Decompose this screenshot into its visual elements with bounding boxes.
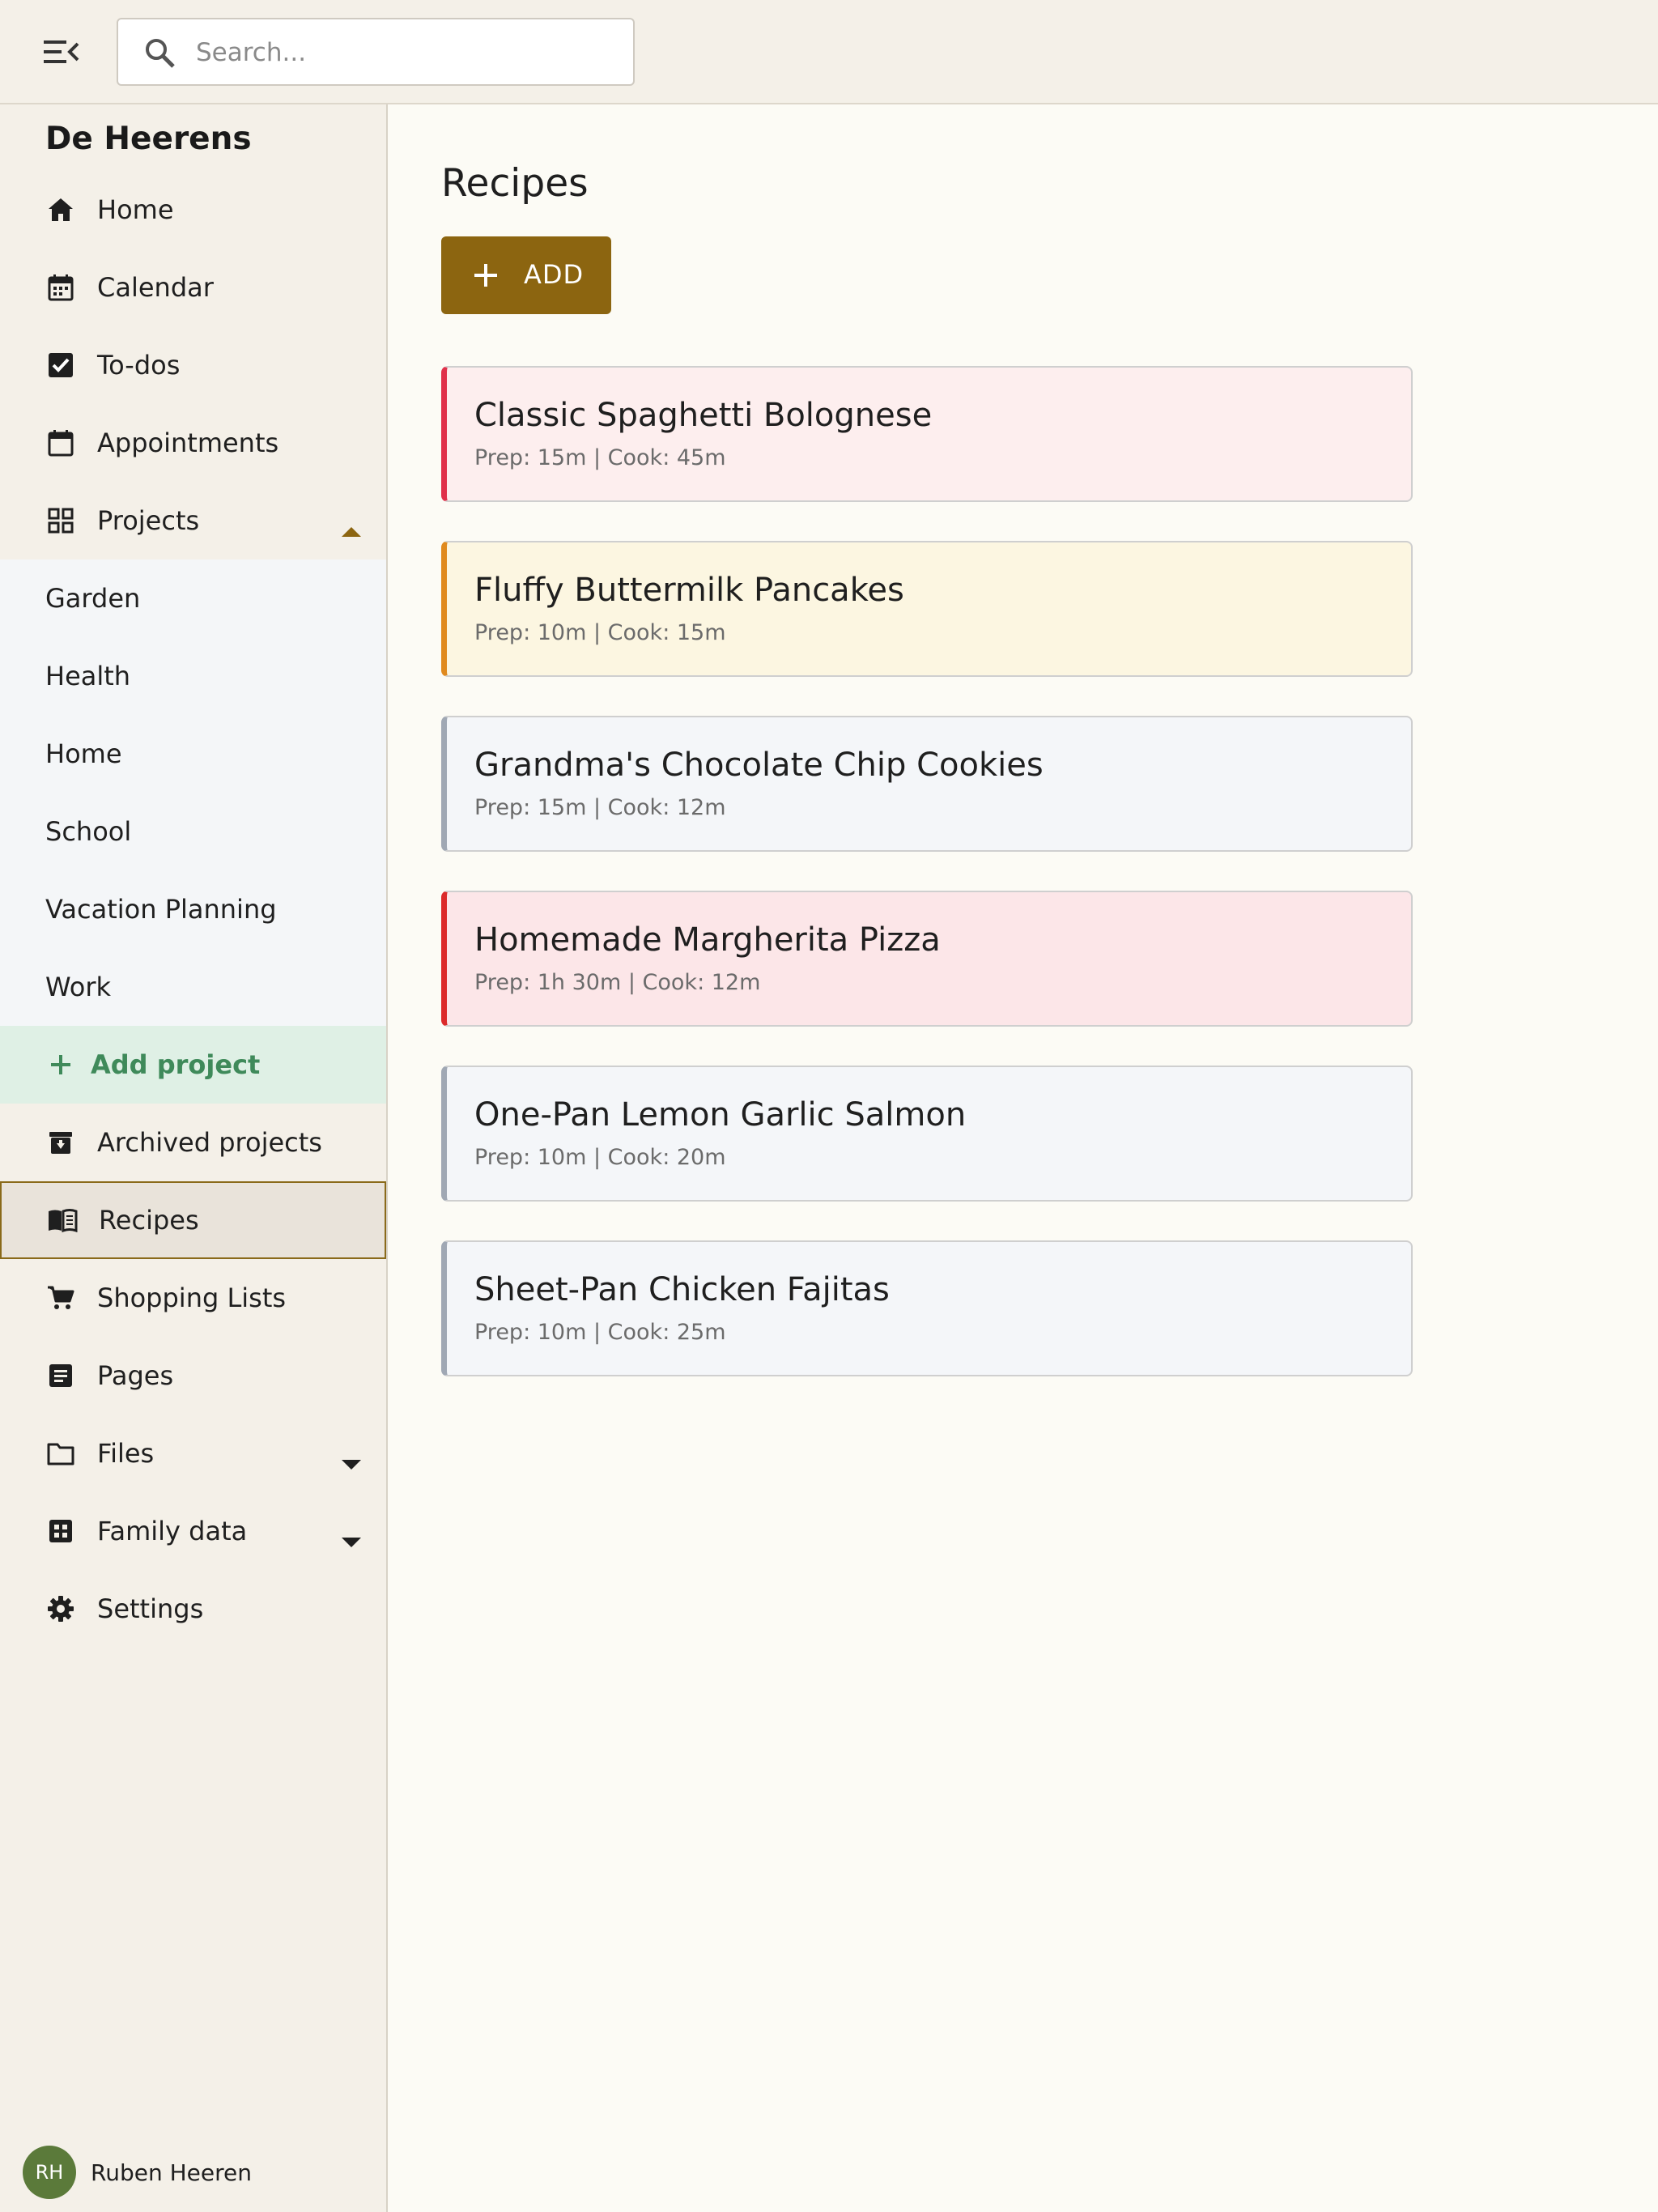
search-box <box>117 18 635 86</box>
recipe-title: Fluffy Buttermilk Pancakes <box>474 572 904 609</box>
sidebar-item-label: Shopping Lists <box>97 1283 287 1313</box>
sidebar-item-pages[interactable]: Pages <box>0 1337 386 1414</box>
recipe-card[interactable]: Classic Spaghetti Bolognese Prep: 15m | … <box>441 366 1413 502</box>
sidebar: De Heerens Home Calendar To-dos Appointm… <box>0 104 388 2212</box>
sidebar-item-label: Family data <box>97 1516 248 1546</box>
gear-icon <box>45 1593 76 1624</box>
add-recipe-button[interactable]: ADD <box>441 236 611 314</box>
sidebar-item-home[interactable]: Home <box>0 171 386 249</box>
recipe-title: One-Pan Lemon Garlic Salmon <box>474 1096 967 1134</box>
user-name: Ruben Heeren <box>91 2159 252 2186</box>
sidebar-item-label: Pages <box>97 1360 174 1391</box>
recipe-card[interactable]: One-Pan Lemon Garlic Salmon Prep: 10m | … <box>441 1066 1413 1202</box>
sidebar-item-family-data[interactable]: Family data <box>0 1492 386 1570</box>
sidebar-item-label: Recipes <box>99 1205 199 1236</box>
add-recipe-label: ADD <box>524 259 585 290</box>
article-icon <box>45 1360 76 1391</box>
project-item-garden[interactable]: Garden <box>0 559 386 637</box>
sidebar-item-label: Appointments <box>97 428 279 458</box>
sidebar-item-recipes[interactable]: Recipes <box>0 1181 386 1259</box>
sidebar-item-archived-projects[interactable]: Archived projects <box>0 1104 386 1181</box>
sidebar-item-label: To-dos <box>97 350 181 381</box>
sidebar-item-appointments[interactable]: Appointments <box>0 404 386 482</box>
dashboard-icon <box>45 505 76 536</box>
sidebar-item-label: Home <box>97 194 174 225</box>
archive-icon <box>45 1127 76 1158</box>
plus-icon <box>47 1051 74 1078</box>
top-bar <box>0 0 1658 104</box>
recipe-card[interactable]: Fluffy Buttermilk Pancakes Prep: 10m | C… <box>441 541 1413 677</box>
grid-icon <box>45 1516 76 1546</box>
recipe-list: Classic Spaghetti Bolognese Prep: 15m | … <box>441 366 1413 1415</box>
main-content: Recipes ADD Classic Spaghetti Bolognese … <box>388 104 1658 2212</box>
caret-up-icon[interactable] <box>340 514 363 537</box>
folder-icon <box>45 1438 76 1469</box>
project-item-home[interactable]: Home <box>0 715 386 793</box>
caret-down-icon[interactable] <box>340 1525 363 1547</box>
page-title: Recipes <box>441 161 589 206</box>
calendar-icon <box>45 272 76 303</box>
sidebar-item-label: Projects <box>97 505 200 536</box>
sidebar-item-files[interactable]: Files <box>0 1414 386 1492</box>
sidebar-item-label: Files <box>97 1438 155 1469</box>
shopping-cart-icon <box>45 1283 76 1313</box>
sidebar-item-calendar[interactable]: Calendar <box>0 249 386 326</box>
sidebar-item-label: Archived projects <box>97 1127 322 1158</box>
sidebar-nav: Home Calendar To-dos Appointments Projec… <box>0 171 386 1648</box>
recipe-times: Prep: 10m | Cook: 15m <box>474 620 726 645</box>
event-icon <box>45 428 76 458</box>
recipe-title: Sheet-Pan Chicken Fajitas <box>474 1271 890 1308</box>
recipe-times: Prep: 10m | Cook: 20m <box>474 1145 726 1170</box>
recipe-times: Prep: 1h 30m | Cook: 12m <box>474 970 761 995</box>
project-item-work[interactable]: Work <box>0 948 386 1026</box>
menu-book-icon <box>47 1205 78 1236</box>
sidebar-item-shopping-lists[interactable]: Shopping Lists <box>0 1259 386 1337</box>
avatar: RH <box>23 2146 76 2199</box>
add-project-button[interactable]: Add project <box>0 1026 386 1104</box>
recipe-times: Prep: 15m | Cook: 12m <box>474 795 726 820</box>
recipe-title: Classic Spaghetti Bolognese <box>474 397 933 434</box>
checkbox-icon <box>45 350 76 381</box>
projects-list: Garden Health Home School Vacation Plann… <box>0 559 386 1104</box>
caret-down-icon[interactable] <box>340 1447 363 1470</box>
home-icon <box>45 194 76 225</box>
search-input[interactable] <box>196 31 617 74</box>
sidebar-item-projects[interactable]: Projects <box>0 482 386 559</box>
project-item-vacation-planning[interactable]: Vacation Planning <box>0 870 386 948</box>
recipe-card[interactable]: Grandma's Chocolate Chip Cookies Prep: 1… <box>441 716 1413 852</box>
sidebar-item-label: Calendar <box>97 272 214 303</box>
family-name: De Heerens <box>45 121 252 157</box>
project-item-school[interactable]: School <box>0 793 386 870</box>
sidebar-item-label: Settings <box>97 1593 204 1624</box>
recipe-card[interactable]: Sheet-Pan Chicken Fajitas Prep: 10m | Co… <box>441 1240 1413 1376</box>
menu-collapse-icon[interactable] <box>42 37 79 66</box>
user-profile[interactable]: RH Ruben Heeren <box>23 2145 252 2200</box>
add-project-label: Add project <box>91 1049 261 1080</box>
recipe-times: Prep: 10m | Cook: 25m <box>474 1320 726 1345</box>
recipe-times: Prep: 15m | Cook: 45m <box>474 445 726 470</box>
project-item-health[interactable]: Health <box>0 637 386 715</box>
recipe-title: Grandma's Chocolate Chip Cookies <box>474 747 1044 784</box>
plus-icon <box>472 262 500 289</box>
sidebar-item-todos[interactable]: To-dos <box>0 326 386 404</box>
sidebar-item-settings[interactable]: Settings <box>0 1570 386 1648</box>
recipe-card[interactable]: Homemade Margherita Pizza Prep: 1h 30m |… <box>441 891 1413 1027</box>
search-icon <box>142 36 178 71</box>
recipe-title: Homemade Margherita Pizza <box>474 921 941 959</box>
